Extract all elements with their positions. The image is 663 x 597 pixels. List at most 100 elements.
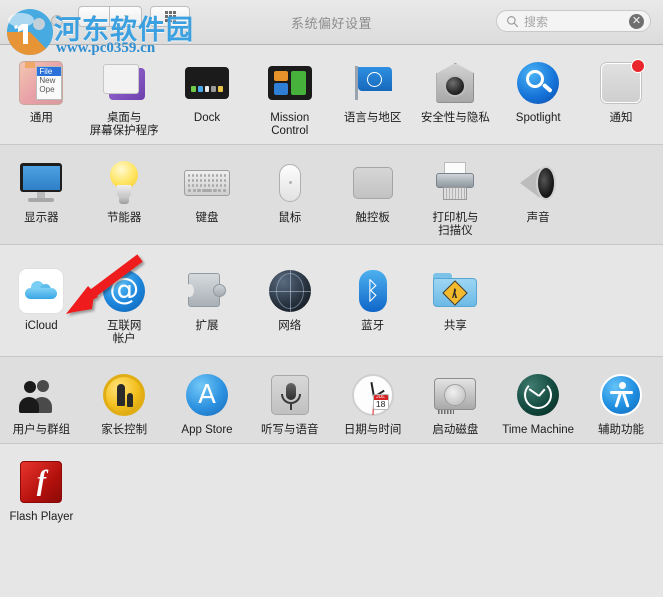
- pref-label: 家长控制: [101, 424, 148, 436]
- pref-item-desktop-screensaver[interactable]: 桌面与 屏幕保护程序: [83, 55, 166, 138]
- dictation-speech-icon: [266, 371, 314, 419]
- pref-item-sound[interactable]: 声音: [497, 155, 580, 238]
- system-preferences-window: ‹ › 系统偏好设置 搜索 ✕ File New Ope 通用 桌面与 屏幕保护…: [0, 0, 663, 597]
- pref-item-date-time[interactable]: JUL 18 日期与时间: [331, 367, 414, 437]
- pref-label: 显示器: [24, 212, 59, 224]
- pref-item-printers-scanners[interactable]: 打印机与 扫描仪: [414, 155, 497, 238]
- pref-item-sharing[interactable]: 共享: [414, 263, 497, 346]
- pref-item-energy-saver[interactable]: 节能器: [83, 155, 166, 238]
- bluetooth-icon: ᛒ: [349, 267, 397, 315]
- pref-item-displays[interactable]: 显示器: [0, 155, 83, 238]
- preference-row-personal: File New Ope 通用 桌面与 屏幕保护程序 Dock Mission …: [0, 45, 663, 145]
- pref-label: 语言与地区: [343, 112, 402, 124]
- pref-item-dictation-speech[interactable]: 听写与语音: [248, 367, 331, 437]
- pref-item-network[interactable]: 网络: [248, 263, 331, 346]
- parental-controls-icon: [100, 371, 148, 419]
- pref-item-accessibility[interactable]: 辅助功能: [580, 367, 663, 437]
- sharing-icon: [431, 267, 479, 315]
- pref-label: Dock: [193, 112, 221, 124]
- pref-item-extensions[interactable]: 扩展: [166, 263, 249, 346]
- pref-label: 辅助功能: [597, 424, 644, 436]
- pref-label: 共享: [443, 320, 467, 332]
- pref-item-security-privacy[interactable]: 安全性与隐私: [414, 55, 497, 138]
- app-store-icon: A: [183, 371, 231, 419]
- pref-label: 打印机与 扫描仪: [432, 212, 479, 237]
- internet-accounts-icon: @: [100, 267, 148, 315]
- pref-label: 蓝牙: [361, 320, 385, 332]
- pref-item-flash-player[interactable]: f Flash Player: [0, 454, 83, 524]
- pref-label: 节能器: [106, 212, 142, 224]
- search-field[interactable]: 搜索 ✕: [496, 10, 651, 32]
- pref-item-parental-controls[interactable]: 家长控制: [83, 367, 166, 437]
- pref-item-keyboard[interactable]: 键盘: [166, 155, 249, 238]
- pref-label: 听写与语音: [261, 424, 319, 436]
- pref-item-trackpad[interactable]: 触控板: [331, 155, 414, 238]
- pref-item-general[interactable]: File New Ope 通用: [0, 55, 83, 138]
- pref-item-dock[interactable]: Dock: [166, 55, 249, 138]
- pref-label: 桌面与 屏幕保护程序: [89, 112, 159, 137]
- printers-scanners-icon: [431, 159, 479, 207]
- search-clear-button[interactable]: ✕: [629, 13, 644, 29]
- energy-saver-icon: [100, 159, 148, 207]
- preference-row-hardware: 显示器 节能器 键盘 鼠标 触控板 打印机与 扫描仪 声音: [0, 145, 663, 245]
- mouse-icon: [266, 159, 314, 207]
- pref-item-mission-control[interactable]: Mission Control: [248, 55, 331, 138]
- network-icon: [266, 267, 314, 315]
- preference-row-internet: iCloud @ 互联网 帐户 扩展 网络 ᛒ 蓝牙 共享: [0, 245, 663, 357]
- general-icon: File New Ope: [17, 59, 65, 107]
- flash-player-icon: f: [17, 458, 65, 506]
- pref-item-time-machine[interactable]: Time Machine: [497, 367, 580, 437]
- pref-label: 通知: [609, 112, 633, 124]
- time-machine-icon: [514, 371, 562, 419]
- preference-row-system: 用户与群组 家长控制 A App Store 听写与语音 JUL 18 日期与时…: [0, 357, 663, 444]
- desktop-screensaver-icon: [100, 59, 148, 107]
- pref-item-users-groups[interactable]: 用户与群组: [0, 367, 83, 437]
- pref-item-spotlight[interactable]: Spotlight: [497, 55, 580, 138]
- pref-item-language-region[interactable]: 语言与地区: [331, 55, 414, 138]
- calendar-day: 18: [375, 399, 386, 409]
- pref-label: Flash Player: [9, 511, 74, 523]
- pref-label: 声音: [526, 212, 550, 224]
- pref-item-internet-accounts[interactable]: @ 互联网 帐户: [83, 263, 166, 346]
- pref-label: iCloud: [25, 320, 58, 332]
- language-region-icon: [349, 59, 397, 107]
- preferences-grid: File New Ope 通用 桌面与 屏幕保护程序 Dock Mission …: [0, 45, 663, 597]
- pref-label: App Store: [181, 424, 233, 436]
- pref-label: 启动磁盘: [432, 424, 479, 436]
- preference-row-other: f Flash Player: [0, 444, 663, 530]
- pref-label: 扩展: [195, 320, 219, 332]
- icloud-icon: [17, 267, 65, 315]
- pref-label: 通用: [29, 112, 53, 124]
- pref-label: 触控板: [355, 212, 390, 224]
- accessibility-icon: [597, 371, 645, 419]
- pref-label: 鼠标: [278, 212, 302, 224]
- pref-item-icloud[interactable]: iCloud: [0, 263, 83, 346]
- pref-item-mouse[interactable]: 鼠标: [248, 155, 331, 238]
- pref-label: Time Machine: [502, 424, 575, 436]
- notification-badge: [630, 59, 645, 73]
- mission-control-icon: [266, 59, 314, 107]
- pref-label: 网络: [278, 320, 302, 332]
- pref-item-notifications[interactable]: 通知: [580, 55, 663, 138]
- dock-icon: [183, 59, 231, 107]
- startup-disk-icon: [431, 371, 479, 419]
- spotlight-icon: [514, 59, 562, 107]
- pref-label: 互联网 帐户: [106, 320, 142, 345]
- pref-label: 键盘: [195, 212, 219, 224]
- displays-icon: [17, 159, 65, 207]
- pref-item-app-store[interactable]: A App Store: [166, 367, 249, 437]
- pref-label: 日期与时间: [343, 424, 402, 436]
- trackpad-icon: [349, 159, 397, 207]
- keyboard-icon: [183, 159, 231, 207]
- pref-label: 用户与群组: [12, 424, 71, 436]
- users-groups-icon: [17, 371, 65, 419]
- pref-item-bluetooth[interactable]: ᛒ 蓝牙: [331, 263, 414, 346]
- pref-label: Spotlight: [515, 112, 561, 124]
- notifications-icon: [597, 59, 645, 107]
- window-titlebar: ‹ › 系统偏好设置 搜索 ✕: [0, 0, 663, 45]
- pref-label: 安全性与隐私: [420, 112, 490, 124]
- search-icon: [507, 15, 519, 27]
- pref-item-startup-disk[interactable]: 启动磁盘: [414, 367, 497, 437]
- sound-icon: [514, 159, 562, 207]
- extensions-icon: [183, 267, 231, 315]
